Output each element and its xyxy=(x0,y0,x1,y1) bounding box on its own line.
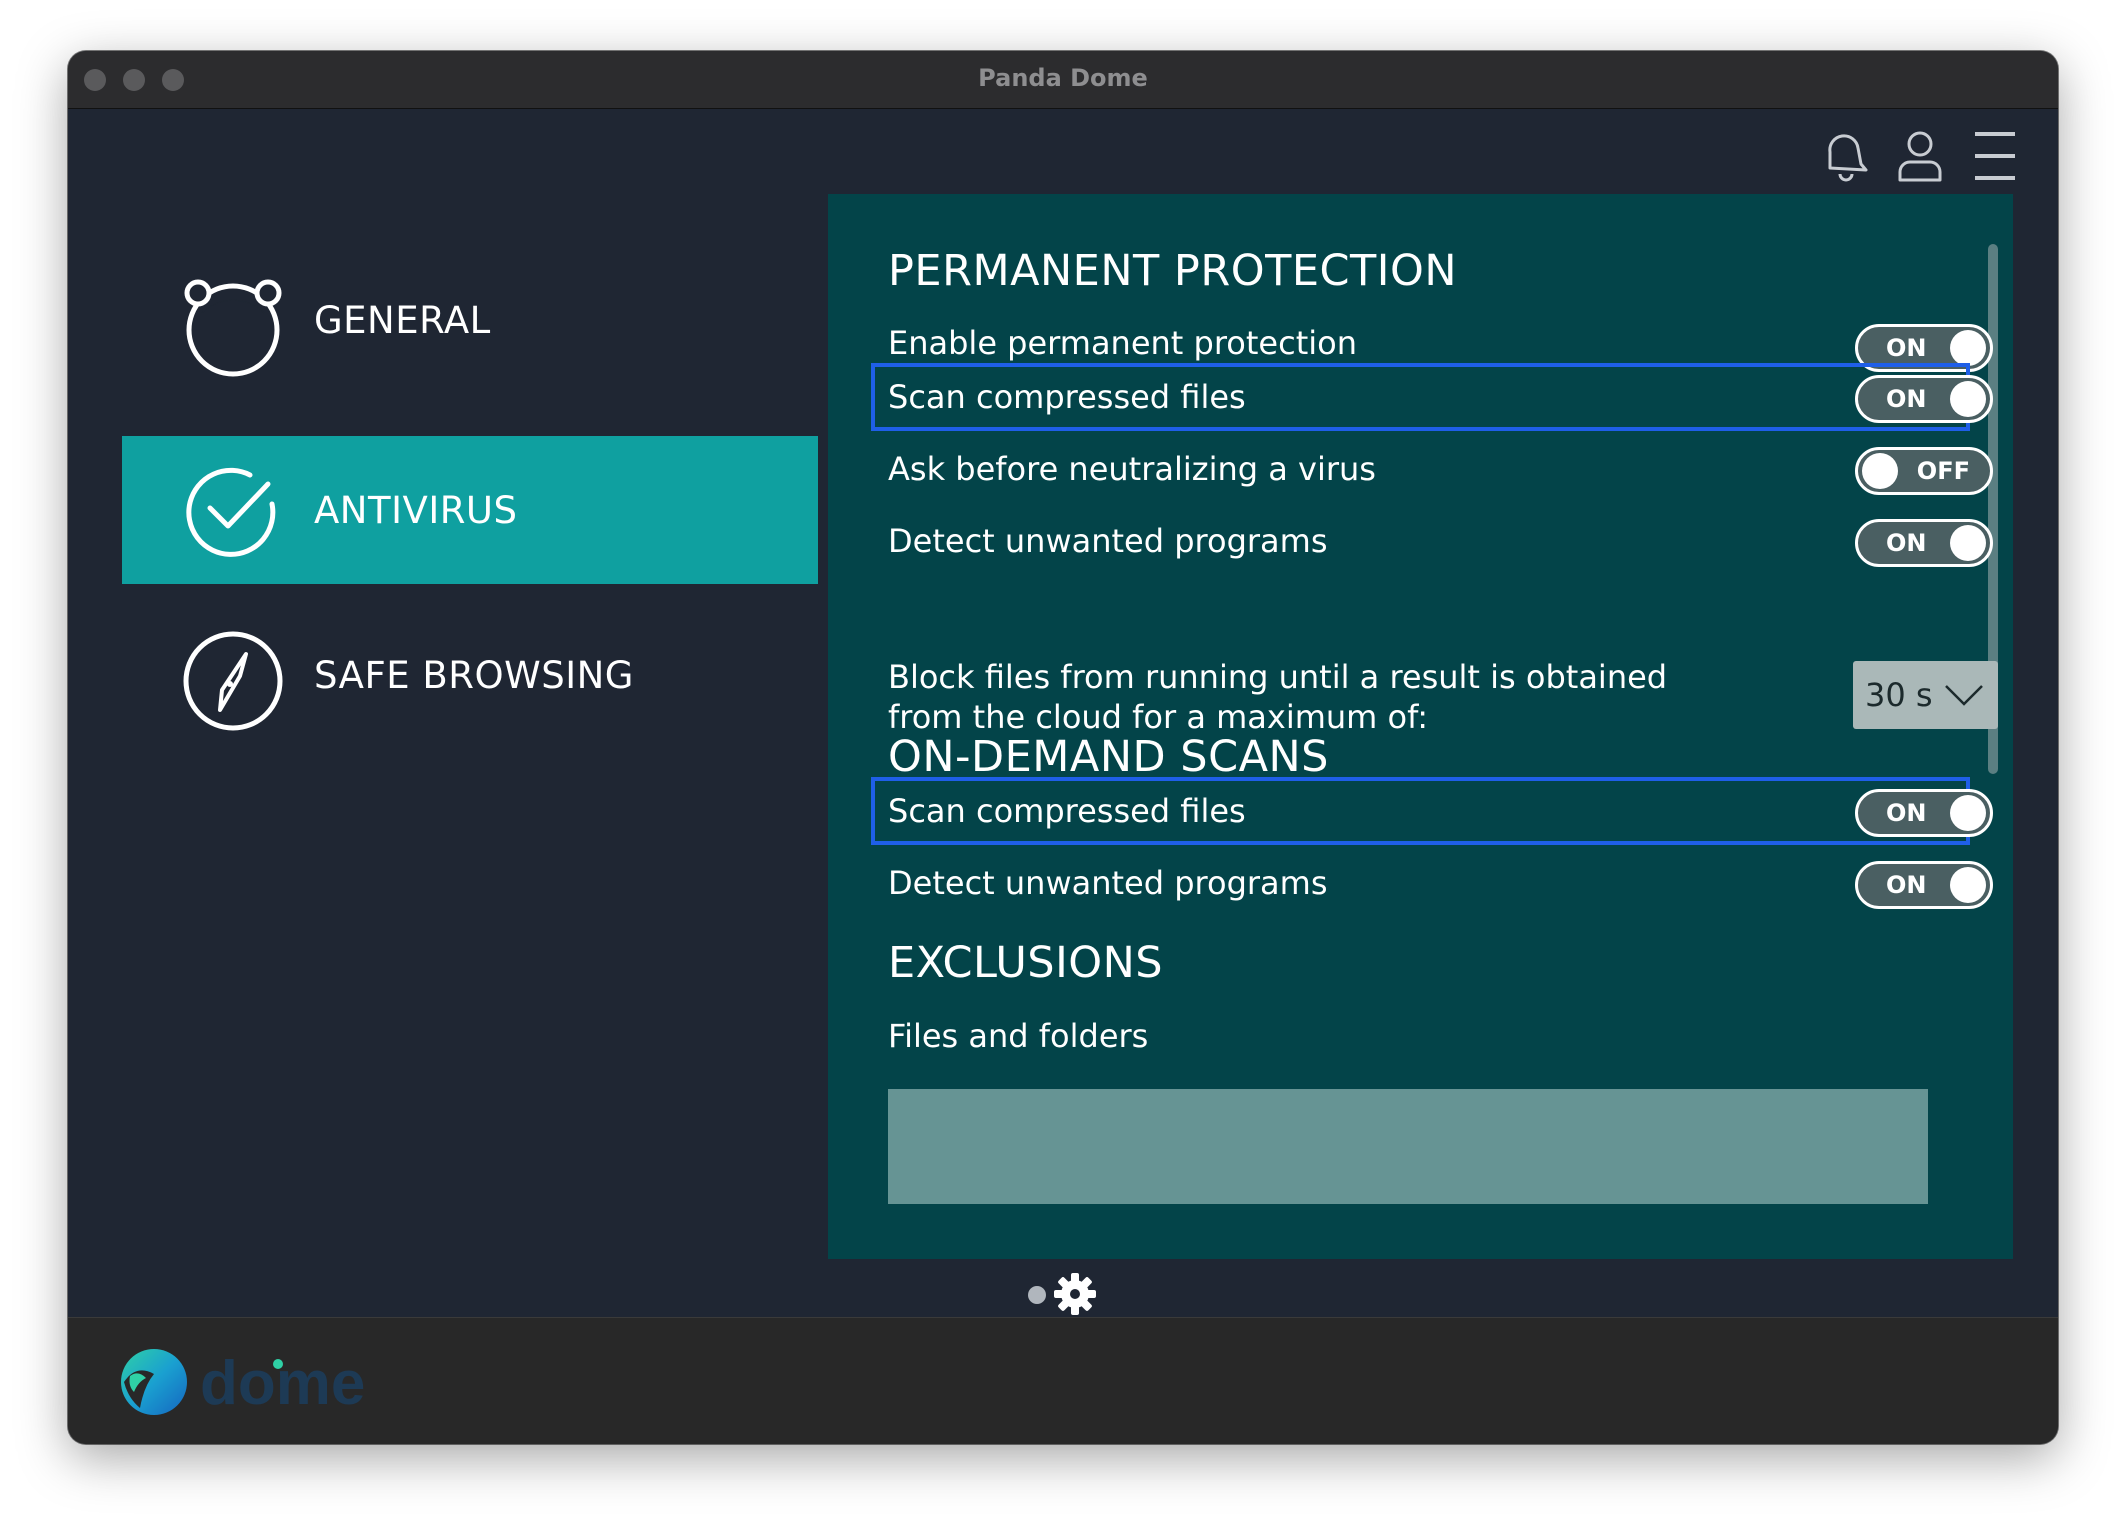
gear-icon[interactable] xyxy=(1053,1272,1099,1318)
permanent-scan-compressed-label: Scan compressed files xyxy=(888,378,1246,416)
svg-text:dome: dome xyxy=(200,1349,365,1418)
panda-dome-logo: dome xyxy=(114,1342,434,1422)
files-folders-label: Files and folders xyxy=(888,1017,1149,1055)
panda-icon xyxy=(180,273,286,379)
permanent-scan-compressed-toggle[interactable]: ON xyxy=(1855,375,1993,423)
exclusions-title: EXCLUSIONS xyxy=(888,938,1164,988)
antivirus-settings-panel: PERMANENT PROTECTION Enable permanent pr… xyxy=(828,194,2013,1259)
sidebar-item-general[interactable]: GENERAL xyxy=(122,246,818,394)
app-window: Panda Dome GENERAL ANTIVIRUS SAFE BROWSI… xyxy=(68,51,2058,1444)
sidebar-item-label: GENERAL xyxy=(314,298,491,342)
ondemand-detect-unwanted-toggle[interactable]: ON xyxy=(1855,861,1993,909)
menu-icon[interactable] xyxy=(1972,128,2018,184)
sidebar-item-antivirus[interactable]: ANTIVIRUS xyxy=(122,436,818,584)
ondemand-scan-compressed-toggle[interactable]: ON xyxy=(1855,789,1993,837)
footer-bar: dome xyxy=(68,1317,2058,1444)
block-files-label: Block files from running until a result … xyxy=(888,658,1668,736)
cloud-timeout-dropdown[interactable]: 30 s xyxy=(1853,661,1998,729)
permanent-detect-unwanted-label: Detect unwanted programs xyxy=(888,522,1328,560)
on-demand-scans-title: ON-DEMAND SCANS xyxy=(888,732,1329,782)
enable-protection-label: Enable permanent protection xyxy=(888,324,1357,362)
exclusions-list[interactable] xyxy=(888,1089,1928,1204)
permanent-protection-title: PERMANENT PROTECTION xyxy=(888,246,1457,296)
header-toolbar xyxy=(1820,121,2018,191)
compass-icon xyxy=(180,628,286,734)
ondemand-scan-compressed-label: Scan compressed files xyxy=(888,792,1246,830)
sidebar-item-label: ANTIVIRUS xyxy=(314,488,518,532)
ask-before-neutralizing-toggle[interactable]: OFF xyxy=(1855,447,1993,495)
chevron-down-icon xyxy=(1945,685,1983,706)
cloud-timeout-value: 30 s xyxy=(1865,676,1933,714)
page-indicator-dot[interactable] xyxy=(1028,1286,1046,1304)
sidebar-item-label: SAFE BROWSING xyxy=(314,653,634,697)
bell-icon[interactable] xyxy=(1820,128,1868,184)
permanent-detect-unwanted-toggle[interactable]: ON xyxy=(1855,519,1993,567)
check-circle-icon xyxy=(180,458,286,564)
window-title: Panda Dome xyxy=(978,64,1148,92)
user-icon[interactable] xyxy=(1896,128,1944,184)
ask-before-neutralizing-label: Ask before neutralizing a virus xyxy=(888,450,1376,488)
ondemand-detect-unwanted-label: Detect unwanted programs xyxy=(888,864,1328,902)
title-bar: Panda Dome xyxy=(68,51,2058,109)
sidebar-item-safe-browsing[interactable]: SAFE BROWSING xyxy=(122,601,818,749)
